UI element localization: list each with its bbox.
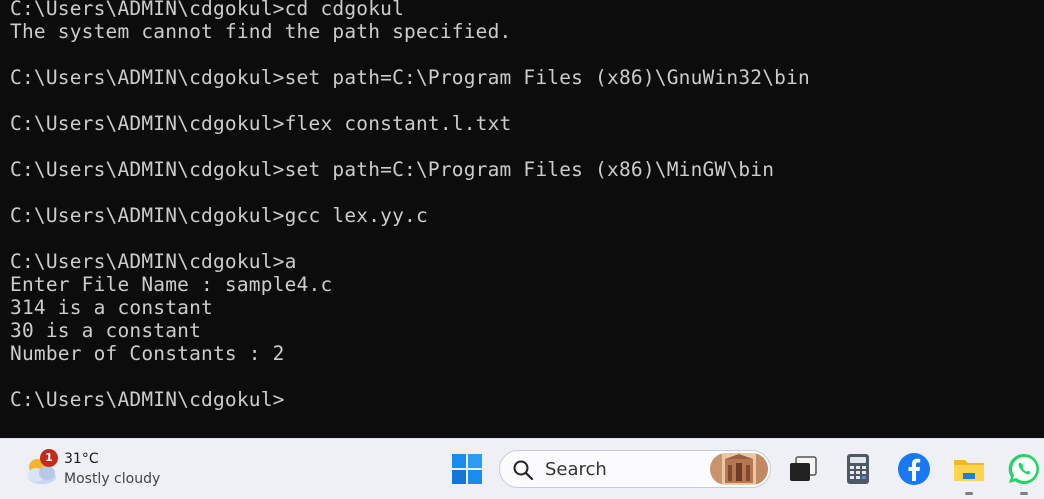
search-label: Search <box>545 459 607 480</box>
notification-badge: 1 <box>40 449 58 467</box>
terminal-line: C:\Users\ADMIN\cdgokul>flex constant.l.t… <box>10 112 512 135</box>
search-highlight-petra-icon <box>710 453 768 485</box>
taskbar-search-box[interactable]: Search <box>499 450 771 488</box>
file-explorer-running-indicator <box>965 492 973 495</box>
terminal-line: C:\Users\ADMIN\cdgokul>set path=C:\Progr… <box>10 158 775 181</box>
weather-temperature: 31°C <box>64 451 99 467</box>
terminal-line: C:\Users\ADMIN\cdgokul>gcc lex.yy.c <box>10 204 428 227</box>
terminal-line: C:\Users\ADMIN\cdgokul>set path=C:\Progr… <box>10 66 810 89</box>
terminal-output[interactable]: C:\Users\ADMIN\cdgokul>cd cdgokul The sy… <box>10 0 810 411</box>
terminal-line: Number of Constants : 2 <box>10 342 285 365</box>
terminal-line: Enter File Name : sample4.c <box>10 273 333 296</box>
file-explorer-icon[interactable] <box>951 451 987 487</box>
terminal-line: The system cannot find the path specifie… <box>10 20 512 43</box>
weather-widget[interactable]: 1 31°C Mostly cloudy <box>22 449 182 491</box>
terminal-line: 314 is a constant <box>10 296 213 319</box>
facebook-icon[interactable] <box>896 451 932 487</box>
search-icon <box>513 460 534 481</box>
terminal-line: 30 is a constant <box>10 319 202 342</box>
whatsapp-icon[interactable] <box>1006 451 1042 487</box>
terminal-line: C:\Users\ADMIN\cdgokul>cd cdgokul <box>10 0 405 20</box>
windows-start-icon[interactable] <box>451 453 483 485</box>
taskbar: 1 31°C Mostly cloudy Search <box>0 438 1044 499</box>
terminal-line: C:\Users\ADMIN\cdgokul>a <box>10 250 297 273</box>
task-view-icon[interactable] <box>786 451 822 487</box>
weather-condition: Mostly cloudy <box>64 471 161 487</box>
whatsapp-running-indicator <box>1020 492 1028 495</box>
terminal-prompt[interactable]: C:\Users\ADMIN\cdgokul> <box>10 388 810 411</box>
command-prompt-window[interactable]: C:\Users\ADMIN\cdgokul>cd cdgokul The sy… <box>0 0 1044 438</box>
calculator-icon[interactable] <box>840 451 876 487</box>
